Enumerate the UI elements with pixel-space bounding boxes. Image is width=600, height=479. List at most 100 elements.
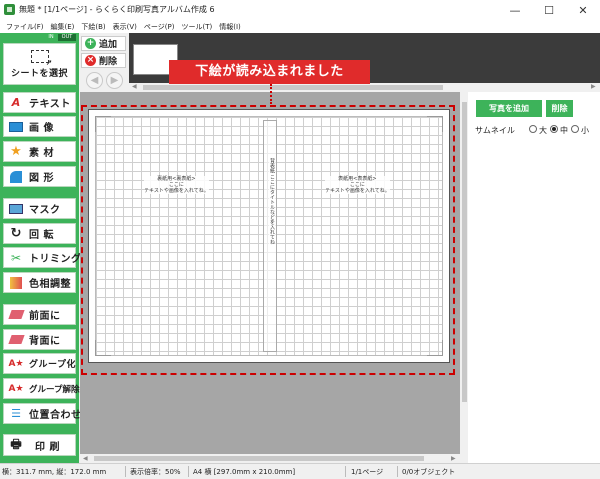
status-divider: [125, 466, 126, 477]
text-button[interactable]: A テキスト: [3, 92, 76, 113]
status-objects: 0/0オブジェクト: [402, 468, 456, 476]
prev-page-button[interactable]: ◀: [86, 72, 103, 89]
menu-file[interactable]: ファイル(F): [3, 20, 48, 33]
select-sheet-label: シートを選択: [10, 68, 68, 79]
size-small-radio[interactable]: [571, 125, 579, 133]
color-adjust-label: 色相調整: [29, 279, 71, 290]
align-icon: ☰: [11, 407, 21, 420]
scroll-right-icon[interactable]: ▶: [591, 83, 596, 90]
app-window: 無題 * [1/1ページ] - らくらく印刷写真アルバム作成 6 — ☐ ✕ フ…: [0, 0, 600, 479]
status-divider: [397, 466, 398, 477]
maximize-button[interactable]: ☐: [532, 0, 566, 20]
menu-page[interactable]: ページ(P): [141, 20, 179, 33]
highlight-frame: [81, 105, 455, 375]
align-label: 位置合わせ: [29, 410, 82, 421]
bring-front-icon: [7, 308, 25, 322]
photo-panel: 写真を追加 削除 サムネイル 大 中 小: [468, 92, 600, 463]
shape-icon: [9, 170, 23, 184]
left-tool-panel: IN OUT ➚ シートを選択 A テキスト 画 像 ★ 素 材 図 形 マスク: [0, 33, 81, 463]
image-button[interactable]: 画 像: [3, 116, 76, 137]
material-label: 素 材: [29, 148, 54, 159]
status-divider: [188, 466, 189, 477]
status-paper-size: A4 横 [297.0mm x 210.0mm]: [193, 468, 296, 476]
size-large-label: 大: [539, 126, 547, 135]
select-sheet-icon: ➚: [30, 49, 53, 67]
size-large-radio[interactable]: [529, 125, 537, 133]
menu-bar: ファイル(F) 編集(E) 下絵(B) 表示(V) ページ(P) ツール(T) …: [0, 20, 600, 33]
window-title: 無題 * [1/1ページ] - らくらく印刷写真アルバム作成 6: [19, 5, 215, 14]
rotate-icon: ↻: [10, 226, 22, 241]
close-button[interactable]: ✕: [566, 0, 600, 20]
delete-page-label: 削除: [99, 57, 118, 67]
app-icon: [4, 4, 15, 15]
title-bar: 無題 * [1/1ページ] - らくらく印刷写真アルバム作成 6 — ☐ ✕: [0, 0, 600, 20]
out-label[interactable]: OUT: [58, 34, 76, 41]
image-label: 画 像: [29, 123, 54, 134]
banner-pointer: [270, 84, 272, 104]
size-medium-radio[interactable]: [550, 125, 558, 133]
color-adjust-button[interactable]: 色相調整: [3, 272, 76, 293]
group-icon: A★: [8, 358, 24, 369]
delete-page-button[interactable]: × 削除: [81, 53, 126, 68]
align-button[interactable]: ☰ 位置合わせ: [3, 403, 81, 424]
plus-icon: +: [85, 38, 96, 49]
trimming-label: トリミング: [29, 254, 82, 265]
ungroup-icon: A★: [8, 383, 24, 394]
horizontal-scroll-thumb[interactable]: [94, 456, 424, 461]
group-label: グループ化: [29, 360, 76, 370]
material-button[interactable]: ★ 素 材: [3, 141, 76, 162]
menu-background[interactable]: 下絵(B): [78, 20, 109, 33]
size-medium-label: 中: [560, 126, 568, 135]
mask-icon: [9, 202, 23, 216]
group-button[interactable]: A★ グループ化: [3, 353, 76, 374]
printer-icon: 🖶: [10, 436, 22, 451]
scissors-icon: ✂: [10, 250, 22, 265]
shape-button[interactable]: 図 形: [3, 166, 76, 187]
bring-front-button[interactable]: 前面に: [3, 304, 76, 325]
rotate-button[interactable]: ↻ 回 転: [3, 223, 76, 244]
in-label[interactable]: IN: [44, 34, 58, 41]
text-icon: A: [11, 96, 21, 109]
add-photo-button[interactable]: 写真を追加: [476, 100, 542, 117]
next-page-button[interactable]: ▶: [106, 72, 123, 89]
delete-photo-button[interactable]: 削除: [546, 100, 573, 117]
minimize-button[interactable]: —: [498, 0, 532, 20]
menu-view[interactable]: 表示(V): [110, 20, 141, 33]
scroll-left-icon[interactable]: ◀: [132, 83, 137, 90]
select-sheet-button[interactable]: ➚ シートを選択: [3, 43, 76, 85]
canvas-horizontal-scrollbar[interactable]: ◀ ▶: [80, 454, 460, 463]
thumbnail-scroll-thumb[interactable]: [143, 85, 443, 90]
mask-button[interactable]: マスク: [3, 198, 76, 219]
status-bar: 横：311.7 mm, 縦：172.0 mm 表示倍率：50% A4 横 [29…: [0, 463, 600, 479]
print-button[interactable]: 🖶 印 刷: [3, 434, 76, 456]
notification-banner: 下絵が読み込まれました: [169, 60, 370, 84]
add-page-button[interactable]: + 追加: [81, 36, 126, 51]
shape-label: 図 形: [29, 173, 54, 184]
close-icon: ×: [85, 55, 96, 66]
status-divider: [345, 466, 346, 477]
menu-edit[interactable]: 編集(E): [48, 20, 79, 33]
rotate-label: 回 転: [29, 230, 54, 241]
color-adjust-icon: [9, 276, 23, 290]
size-small-label: 小: [581, 126, 589, 135]
ungroup-label: グループ解除: [29, 384, 80, 395]
canvas-vertical-scrollbar[interactable]: [460, 92, 468, 454]
thumbnail-size-label: サムネイル: [475, 126, 515, 135]
status-page: 1/1ページ: [351, 468, 384, 476]
menu-info[interactable]: 情報(I): [216, 20, 245, 33]
ungroup-button[interactable]: A★ グループ解除: [3, 378, 80, 399]
menu-tools[interactable]: ツール(T): [178, 20, 216, 33]
scroll-left-icon[interactable]: ◀: [83, 455, 88, 462]
image-icon: [9, 120, 23, 134]
thumbnail-scrollbar[interactable]: ◀ ▶: [129, 83, 600, 92]
send-back-label: 背面に: [29, 336, 61, 347]
scroll-right-icon[interactable]: ▶: [451, 455, 456, 462]
status-zoom: 表示倍率：50%: [130, 468, 181, 476]
print-label: 印 刷: [35, 441, 60, 453]
send-back-button[interactable]: 背面に: [3, 329, 76, 350]
trimming-button[interactable]: ✂ トリミング: [3, 247, 81, 268]
add-page-label: 追加: [99, 40, 118, 50]
status-dimensions: 横：311.7 mm, 縦：172.0 mm: [2, 468, 107, 476]
vertical-scroll-thumb[interactable]: [462, 102, 467, 402]
send-back-icon: [7, 333, 25, 347]
